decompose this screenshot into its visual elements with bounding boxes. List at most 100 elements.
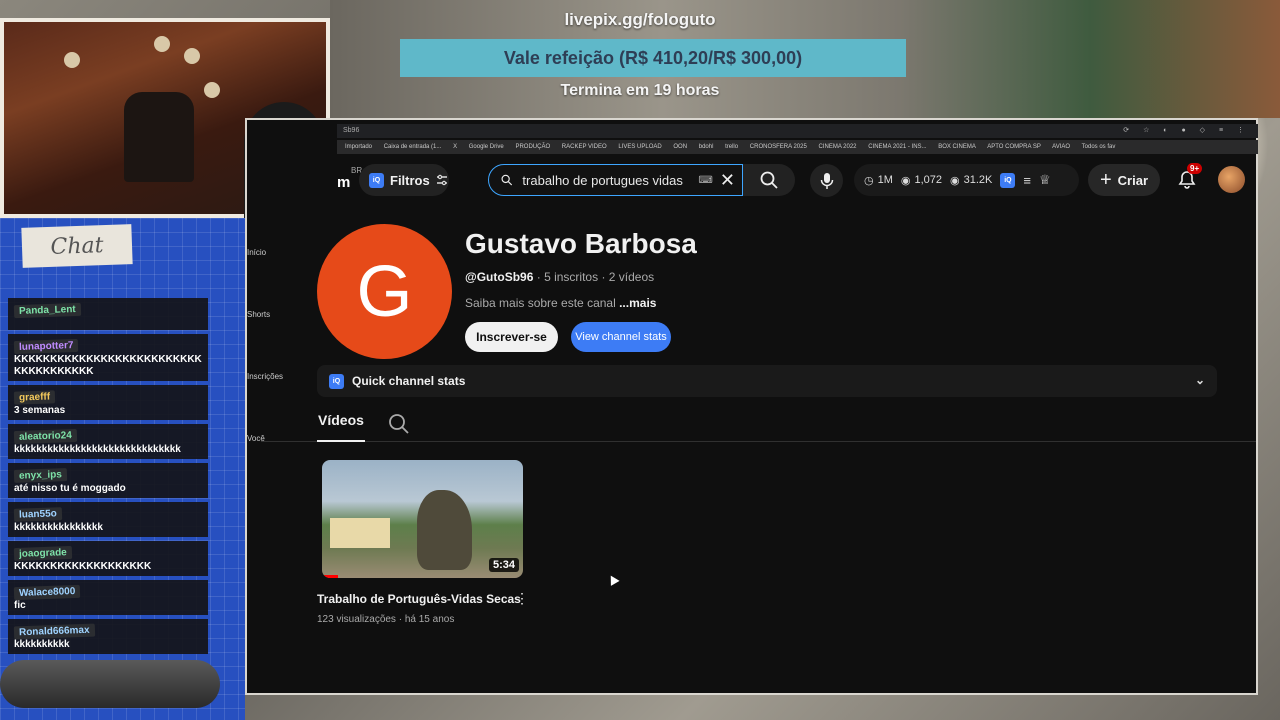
stat-subscribers-value: 1M [877, 174, 893, 186]
channel-about-text: Saiba mais sobre este canal [465, 296, 616, 310]
notifications-badge: 9+ [1187, 163, 1203, 174]
chat-username: Ronald666max [13, 623, 95, 640]
chat-username: enyx_ips [13, 468, 68, 483]
bookmark[interactable]: APTO COMPRA SP [987, 144, 1041, 150]
browser-actions[interactable]: ⟳ ☆ ◐ ● ◇ ≡ ⋮ [1123, 124, 1250, 138]
quick-channel-stats-panel[interactable]: iQ Quick channel stats ⌄ [317, 365, 1217, 397]
clear-search-icon[interactable]: ✕ [719, 170, 736, 191]
nav-item-shorts[interactable]: Shorts [247, 272, 317, 334]
create-button[interactable]: + Criar [1088, 164, 1160, 196]
notifications-button[interactable]: 9+ [1173, 163, 1203, 194]
channel-handle: @GutoSb96 [465, 270, 534, 284]
thumbnail-statue [417, 490, 472, 570]
bookmark[interactable]: LIVES UPLOAD [618, 144, 661, 150]
thumbnail-building [330, 518, 390, 548]
search-input[interactable] [522, 172, 699, 188]
video-thumbnail[interactable]: 5:34 [322, 460, 523, 578]
bookmark[interactable]: AVIAO [1052, 144, 1070, 150]
bookmark[interactable]: CRONOSFERA 2025 [750, 144, 807, 150]
bookmark[interactable]: CINEMA 2022 [818, 144, 856, 150]
video-title[interactable]: Trabalho de Português-Vidas Secas [317, 592, 521, 606]
bookmark[interactable]: Importado [345, 144, 372, 150]
nav-label: Início [247, 248, 267, 257]
channel-about-more[interactable]: ...mais [619, 296, 656, 310]
browser-tab-bar: Sb96 ⟳ ☆ ◐ ● ◇ ≡ ⋮ [337, 124, 1258, 138]
menu-icon[interactable]: ≡ [1023, 173, 1031, 188]
channel-avatar[interactable]: G [317, 224, 452, 359]
wall-clock [204, 82, 220, 98]
bookmark[interactable]: RACKEP VIDEO [562, 144, 607, 150]
vidiq-stats-pill[interactable]: ◷ 1M ◉ 1,072 ◉ 31.2K iQ ≡ ♕ [854, 164, 1079, 196]
chat-message: Panda_Lent [8, 298, 208, 330]
vidiq-icon: iQ [329, 373, 344, 389]
chat-username: lunapotter7 [13, 338, 79, 355]
chat-username: Walace8000 [13, 584, 81, 601]
chat-message: aleatorio24 kkkkkkkkkkkkkkkkkkkkkkkkkkkk… [8, 424, 208, 459]
bookmark[interactable]: trello [725, 144, 738, 150]
wall-clock [154, 36, 170, 52]
search-button[interactable] [743, 164, 795, 196]
bookmark[interactable]: bdohl [699, 144, 714, 150]
bookmark[interactable]: PRODUÇÃO [515, 144, 550, 150]
search-bar: ⌨ ✕ [488, 164, 743, 196]
bookmark[interactable]: Caixa de entrada (1... [384, 144, 442, 150]
browser-tab[interactable]: Sb96 [343, 127, 359, 134]
chat-message: Walace8000 fic [8, 580, 208, 615]
bookmark[interactable]: OON [673, 144, 687, 150]
chat-text: 3 semanas [14, 405, 66, 416]
bookmark[interactable]: CINEMA 2021 - INS... [868, 144, 926, 150]
account-avatar[interactable] [1218, 166, 1245, 193]
microphone-icon [820, 172, 833, 189]
chat-message: joaograde KKKKKKKKKKKKKKKKKKK [8, 541, 208, 576]
bookmark[interactable]: Todos os fav [1082, 144, 1116, 150]
chat-username: Panda_Lent [13, 302, 81, 319]
voice-search-button[interactable] [810, 164, 843, 197]
stat-views-value: 1,072 [914, 174, 943, 186]
stat-subscribers: ◷ 1M [864, 174, 893, 187]
bookmarks-bar: Importado Caixa de entrada (1... X Googl… [337, 140, 1258, 154]
video-duration: 5:34 [488, 558, 519, 572]
bookmark[interactable]: X [453, 144, 457, 150]
nav-label: Shorts [247, 310, 271, 319]
chevron-down-icon[interactable]: ⌄ [1195, 373, 1205, 387]
filters-button[interactable]: iQ Filtros [359, 164, 449, 196]
channel-about[interactable]: Saiba mais sobre este canal ...mais [465, 296, 656, 310]
chat-username: luan55o [13, 507, 63, 522]
sliders-icon [436, 174, 447, 186]
channel-search-icon[interactable] [387, 412, 411, 436]
chat-text: kkkkkkkkkkkkkkkkkkkkkkkkkkkkkk [14, 444, 181, 455]
bookmark[interactable]: Google Drive [469, 144, 504, 150]
filters-label: Filtros [390, 172, 430, 188]
youtube-logo[interactable]: m [337, 174, 350, 191]
keyboard-icon[interactable]: ⌨ [698, 175, 712, 186]
vidiq-icon: iQ [369, 172, 384, 188]
eye-icon: ◉ [900, 174, 911, 187]
clock-icon: ◷ [864, 174, 874, 187]
stat-watch: ◉ 31.2K [950, 174, 992, 187]
vidiq-icon[interactable]: iQ [1000, 172, 1016, 188]
chat-message: Ronald666max kkkkkkkkkk [8, 619, 208, 654]
view-channel-stats-button[interactable]: View channel stats [571, 322, 671, 352]
trophy-icon[interactable]: ♕ [1039, 172, 1051, 188]
video-views: 123 visualizações [317, 614, 396, 625]
nav-item-subscriptions[interactable]: Inscrições [247, 334, 317, 396]
shorts-icon [247, 286, 267, 306]
bookmark[interactable]: BOX CINEMA [938, 144, 976, 150]
channel-meta: @GutoSb96 · 5 inscritos · 2 vídeos [465, 270, 655, 284]
chat-text: kkkkkkkkkk [14, 639, 70, 650]
plus-icon: + [1099, 169, 1112, 191]
chat-text: fic [14, 600, 26, 611]
subscribe-button[interactable]: Inscrever-se [465, 322, 558, 352]
eye-icon: ◉ [950, 174, 960, 187]
tab-videos[interactable]: Vídeos [317, 412, 365, 442]
wall-clock [64, 52, 80, 68]
chat-text: kkkkkkkkkkkkkkkk [14, 522, 103, 533]
armchair [124, 92, 194, 182]
subscriptions-icon [247, 348, 267, 368]
chat-username: joaograde [13, 545, 73, 562]
more-options-icon[interactable]: ⋮ [515, 590, 529, 608]
chat-message: graefff 3 semanas [8, 385, 208, 420]
nav-item-home[interactable]: Início [247, 210, 317, 272]
chat-message: lunapotter7 KKKKKKKKKKKKKKKKKKKKKKKKKKKK… [8, 334, 208, 381]
youtube-masthead: m BR iQ Filtros ⌨ ✕ [247, 158, 1256, 206]
